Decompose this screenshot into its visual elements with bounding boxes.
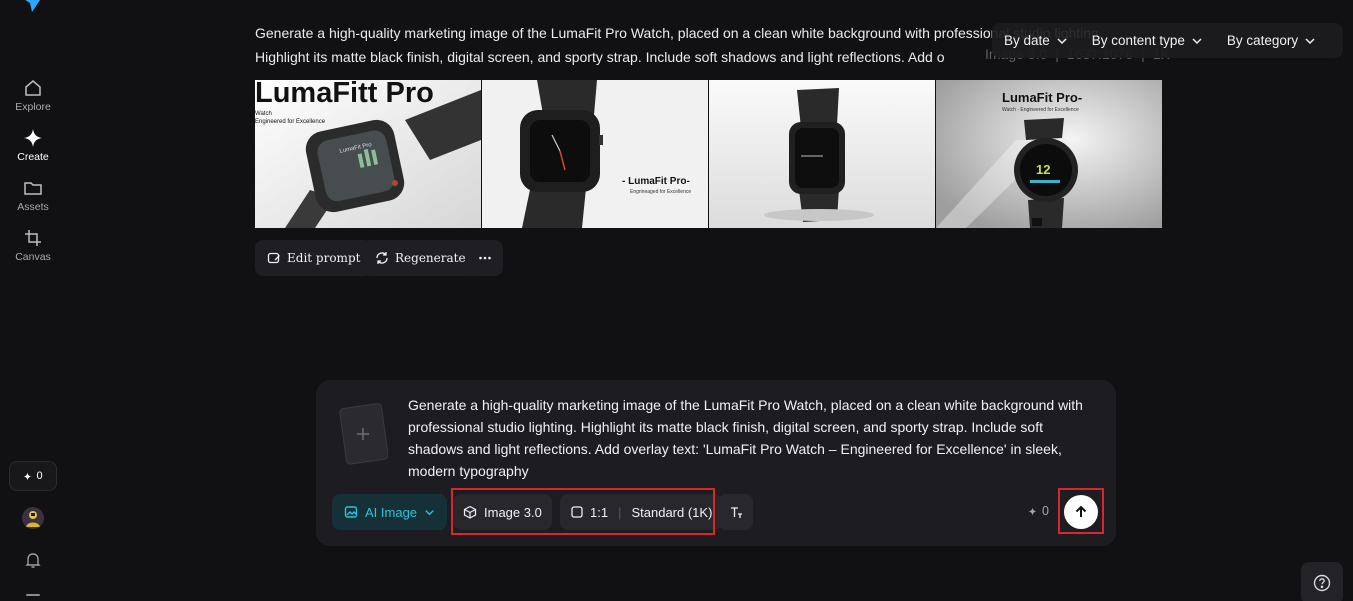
sidebar-item-label: Explore	[15, 101, 51, 113]
watch-image: LumaFitt Pro Watch Engineered for Excell…	[255, 80, 481, 228]
avatar-image	[22, 507, 44, 529]
credits-count: 0	[36, 470, 43, 482]
credits-badge[interactable]: 0	[9, 461, 57, 491]
filter-by-content-type[interactable]: By content type	[1080, 23, 1215, 58]
more-horizontal-icon	[479, 256, 491, 260]
logo-icon[interactable]	[20, 0, 46, 14]
sidebar-item-label: Canvas	[15, 251, 51, 263]
prompt-input[interactable]: Generate a high-quality marketing image …	[408, 394, 1098, 482]
home-icon	[25, 80, 41, 96]
filter-by-category[interactable]: By category	[1215, 23, 1328, 58]
avatar[interactable]	[22, 507, 44, 529]
highlight-outline	[1058, 488, 1104, 534]
sidebar-item-label: Create	[17, 151, 49, 163]
sparkle-icon	[24, 129, 42, 147]
image-tagline: Watch - Engineered for Excellence	[1002, 107, 1079, 113]
sparkle-icon	[23, 471, 32, 481]
image-title: LumaFit Pro-	[1002, 90, 1082, 105]
add-reference-image-button[interactable]	[338, 402, 388, 466]
sidebar-item-canvas[interactable]: Canvas	[0, 228, 66, 263]
text-style-button[interactable]	[718, 494, 753, 530]
sidebar-item-explore[interactable]: Explore	[0, 78, 66, 113]
prompt-composer: Generate a high-quality marketing image …	[316, 380, 1116, 546]
edit-prompt-label: Edit prompt	[287, 251, 361, 265]
more-options-button[interactable]	[467, 240, 503, 276]
text-format-icon	[730, 507, 742, 518]
filter-bar: By date By content type By category	[992, 23, 1343, 58]
sidebar-item-label: Assets	[17, 201, 49, 213]
generated-image-4[interactable]: LumaFit Pro- Watch - Engineered for Exce…	[936, 80, 1162, 228]
screen-text: 12	[1036, 162, 1050, 177]
generated-image-1[interactable]: LumaFitt Pro Watch Engineered for Excell…	[255, 80, 481, 228]
filter-by-date[interactable]: By date	[992, 23, 1080, 58]
chevron-down-icon	[425, 509, 434, 515]
filter-label: By date	[1004, 33, 1050, 48]
watch-image	[709, 80, 935, 228]
filter-label: By category	[1226, 33, 1299, 48]
chevron-down-icon	[1305, 37, 1315, 44]
watch-image: LumaFit Pro- Watch - Engineered for Exce…	[936, 80, 1162, 228]
image-title: LumaFitt Pro	[255, 80, 434, 109]
refresh-icon	[376, 252, 388, 264]
page: Explore Create Assets Canvas 0 Generate …	[0, 0, 1353, 601]
sidebar-item-assets[interactable]: Assets	[0, 178, 66, 213]
edit-icon	[267, 252, 280, 264]
image-icon	[344, 506, 358, 518]
help-icon	[1313, 574, 1331, 592]
image-title: - LumaFit Pro-	[622, 176, 690, 187]
highlight-outline	[451, 488, 715, 535]
filter-label: By content type	[1091, 33, 1185, 48]
image-tagline: Engineered for Excellence	[255, 119, 326, 125]
sparkle-icon	[1028, 506, 1037, 516]
generated-image-3[interactable]	[709, 80, 935, 228]
generated-image-2[interactable]: - LumaFit Pro- Engrineaged for Excellenc…	[482, 80, 708, 228]
ai-image-mode-dropdown[interactable]: AI Image	[332, 494, 448, 530]
cost-value: 0	[1042, 504, 1049, 518]
generation-cost: 0	[1028, 504, 1049, 518]
image-tagline: Engrineaged for Excellence	[630, 189, 691, 195]
menu-icon[interactable]	[26, 594, 40, 596]
watch-image: - LumaFit Pro- Engrineaged for Excellenc…	[482, 80, 708, 228]
bell-icon[interactable]	[23, 550, 43, 570]
edit-prompt-button[interactable]: Edit prompt	[255, 240, 373, 276]
chevron-down-icon	[1192, 37, 1202, 44]
sidebar-item-create[interactable]: Create	[0, 128, 66, 163]
image-subtitle: Watch	[255, 111, 272, 117]
regenerate-button[interactable]: Regenerate	[363, 240, 478, 276]
mode-label: AI Image	[365, 504, 418, 520]
help-button[interactable]	[1301, 562, 1343, 601]
sidebar: Explore Create Assets Canvas 0	[0, 0, 66, 601]
canvas-crop-icon	[25, 230, 41, 246]
folder-icon	[24, 182, 42, 195]
chevron-down-icon	[1057, 37, 1067, 44]
regenerate-label: Regenerate	[395, 251, 466, 265]
